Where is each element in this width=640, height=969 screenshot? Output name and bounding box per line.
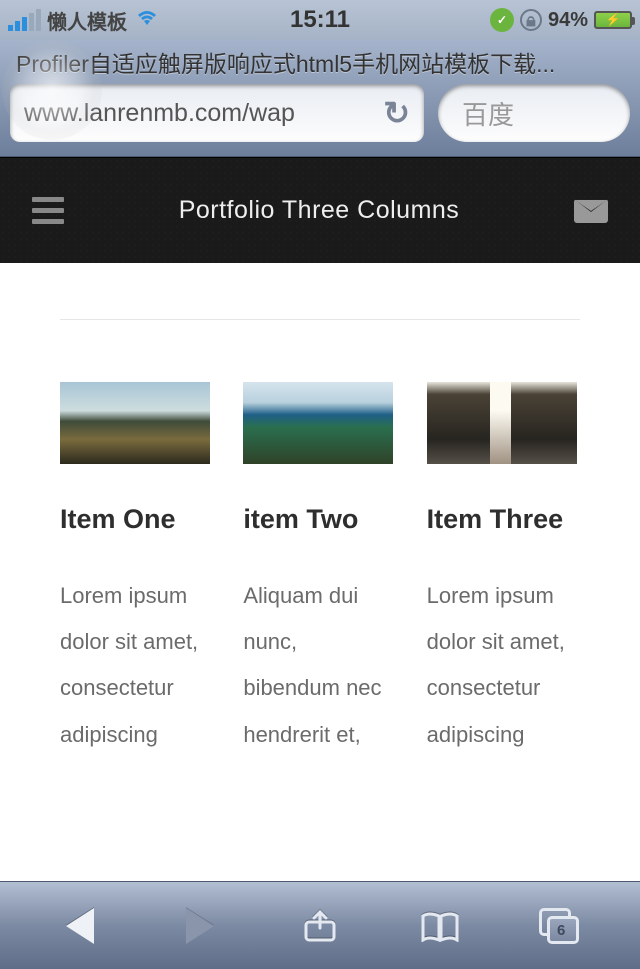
item-desc: Lorem ipsum dolor sit amet, consectetur … xyxy=(60,573,213,758)
wifi-icon xyxy=(135,7,159,33)
item-title: item Two xyxy=(243,504,396,535)
thumbnail-image xyxy=(427,382,577,464)
refresh-icon[interactable]: ↻ xyxy=(383,94,410,132)
browser-toolbar: 6 xyxy=(0,881,640,969)
battery-icon xyxy=(594,11,632,29)
portfolio-item[interactable]: item Two Aliquam dui nunc, bibendum nec … xyxy=(243,382,396,758)
app-header-title: Portfolio Three Columns xyxy=(179,196,460,225)
bookmarks-button[interactable] xyxy=(419,905,461,947)
mail-icon[interactable] xyxy=(574,199,608,223)
portfolio-item[interactable]: Item Three Lorem ipsum dolor sit amet, c… xyxy=(427,382,580,758)
search-field[interactable]: 百度 xyxy=(438,84,630,142)
assistive-touch-icon[interactable] xyxy=(2,40,102,140)
back-button[interactable] xyxy=(59,905,101,947)
search-placeholder: 百度 xyxy=(462,95,514,132)
clock: 15:11 xyxy=(290,6,350,34)
thumbnail-image xyxy=(243,382,393,464)
ios-status-bar: 懒人模板 15:11 ✓ 🔒︎ 94% xyxy=(0,0,640,40)
tabs-button[interactable]: 6 xyxy=(539,905,581,947)
portfolio-grid: Item One Lorem ipsum dolor sit amet, con… xyxy=(0,320,640,758)
tab-count: 6 xyxy=(557,922,565,939)
forward-button[interactable] xyxy=(179,905,221,947)
share-button[interactable] xyxy=(299,905,341,947)
page-title: Profiler自适应触屏版响应式html5手机网站模板下载... xyxy=(10,40,630,84)
app-header: Portfolio Three Columns xyxy=(0,157,640,263)
browser-chrome-top: Profiler自适应触屏版响应式html5手机网站模板下载... www.la… xyxy=(0,40,640,157)
carrier-label: 懒人模板 xyxy=(47,6,127,35)
item-title: Item One xyxy=(60,504,213,535)
security-app-icon: ✓ xyxy=(490,8,514,32)
page-content: Item One Lorem ipsum dolor sit amet, con… xyxy=(0,263,640,881)
item-title: Item Three xyxy=(427,504,580,535)
battery-percentage: 94% xyxy=(548,9,588,32)
item-desc: Lorem ipsum dolor sit amet, consectetur … xyxy=(427,573,580,758)
portfolio-item[interactable]: Item One Lorem ipsum dolor sit amet, con… xyxy=(60,382,213,758)
thumbnail-image xyxy=(60,382,210,464)
signal-bars-icon xyxy=(8,9,41,31)
item-desc: Aliquam dui nunc, bibendum nec hendrerit… xyxy=(243,573,396,758)
menu-icon[interactable] xyxy=(32,197,64,224)
orientation-lock-icon: 🔒︎ xyxy=(520,9,542,31)
